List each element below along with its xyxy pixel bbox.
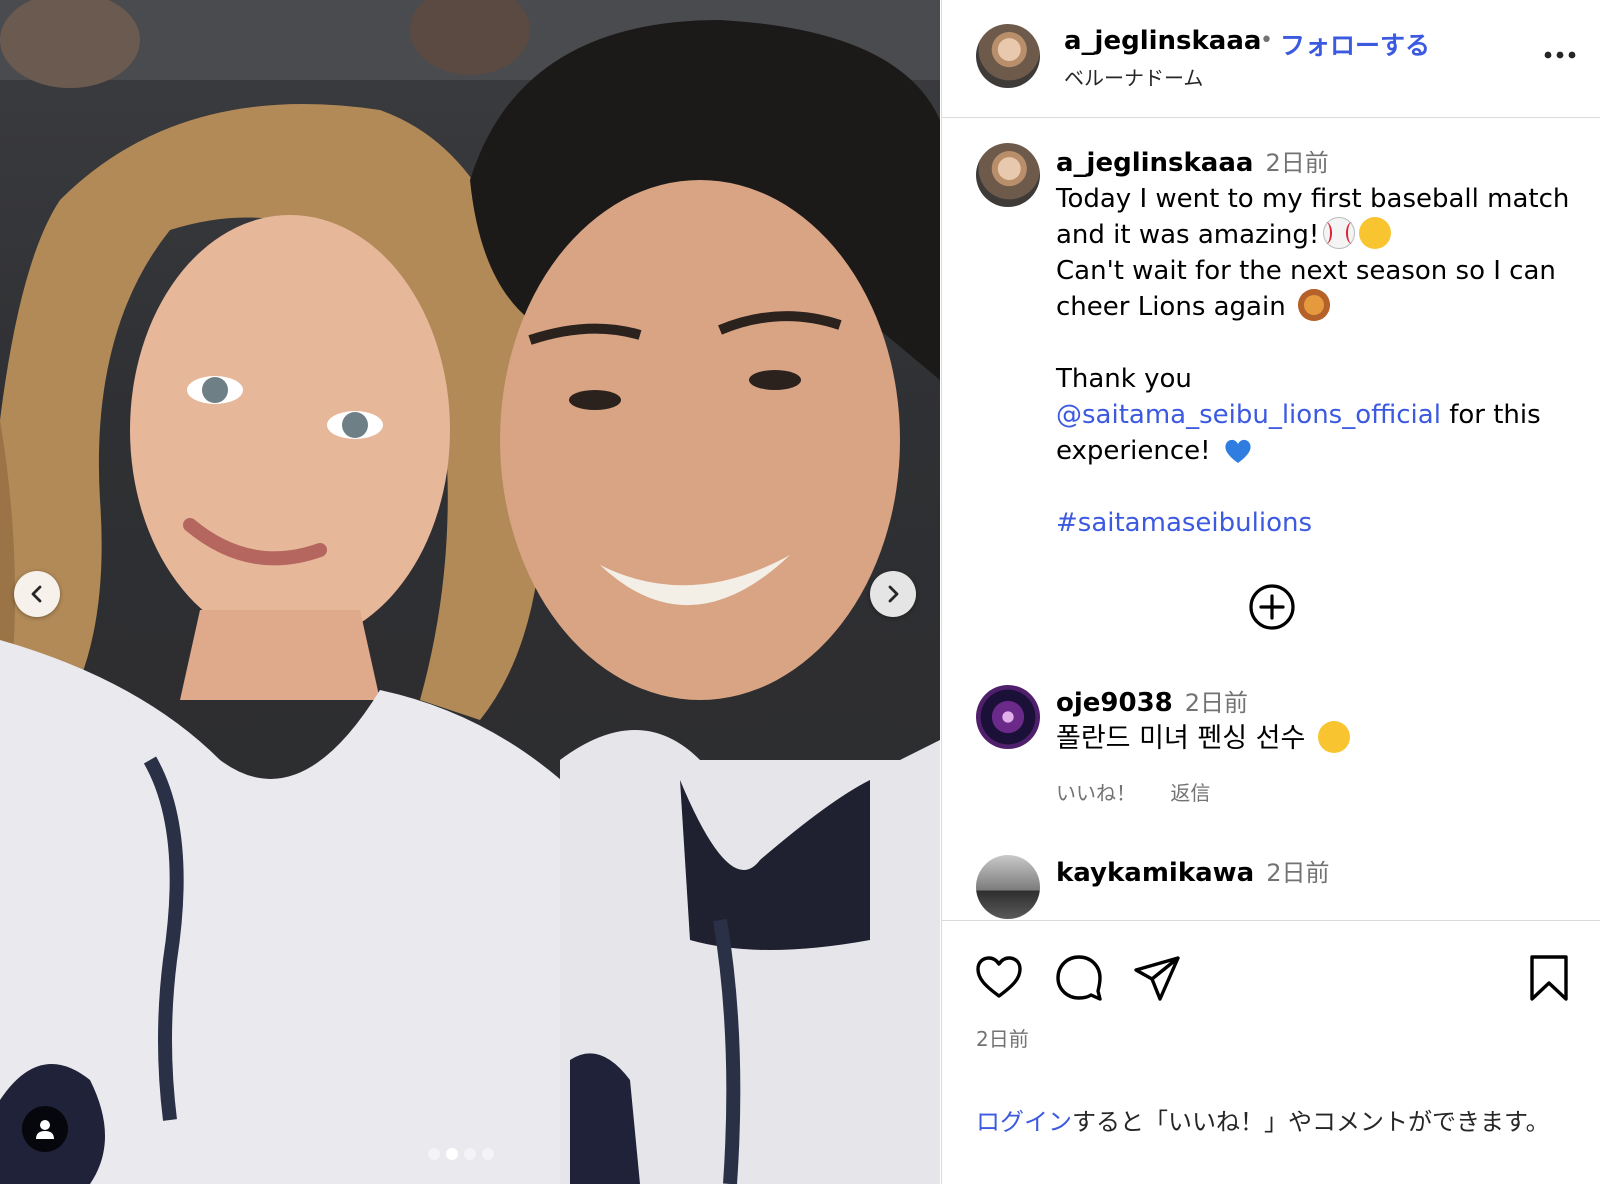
post-actions: 2日前 ログインすると「いいね！」やコメントができます。 [942,920,1600,1184]
share-icon[interactable] [1132,953,1182,1003]
caption-line: and it was amazing! [1056,220,1320,250]
caption-time: 2日前 [1265,149,1329,177]
chevron-right-icon [888,585,899,603]
chevron-left-icon [31,585,42,603]
post-caption: a_jeglinskaaa 2日前 Today I went to my firs… [1056,145,1576,541]
blue-heart-emoji-icon [1225,439,1251,463]
comment-time: 2日前 [1266,859,1330,887]
caption-line: experience! [1056,436,1211,466]
login-prompt: ログインすると「いいね！」やコメントができます。 [976,1103,1576,1141]
caption-line: Today I went to my first baseball match [1056,184,1570,214]
post-date: 2日前 [976,1027,1029,1051]
post-location[interactable]: ベルーナドーム [1064,62,1203,91]
author-username[interactable]: a_jeglinskaaa [1064,26,1261,56]
more-icon[interactable] [1540,40,1580,70]
lion-emoji-icon [1297,289,1330,321]
comment-body: kaykamikawa 2日前 [1056,855,1576,891]
post-photo[interactable] [0,0,940,1184]
heart-icon[interactable] [974,953,1024,1003]
comment-reply-button[interactable]: 返信 [1170,781,1210,805]
baseball-emoji-icon [1323,217,1356,249]
star-struck-emoji-icon [1359,217,1392,249]
carousel-dot [428,1148,440,1160]
commenter-avatar[interactable] [976,685,1040,749]
post-side-panel: a_jeglinskaaa • フォローする ベルーナドーム a_jeglins… [941,0,1600,1184]
login-prompt-text: すると「いいね！」やコメントができます。 [1072,1108,1550,1136]
login-link[interactable]: ログイン [976,1108,1072,1136]
bookmark-icon[interactable] [1524,953,1574,1003]
caption-line: for this [1449,400,1541,430]
comment-time: 2日前 [1184,689,1249,717]
caption-avatar[interactable] [976,143,1040,207]
header-separator: • [1260,28,1273,53]
comment-icon[interactable] [1054,953,1104,1003]
hashtag-link[interactable]: #saitamaseibulions [1056,508,1312,538]
plus-circle-icon[interactable] [1248,583,1296,631]
caption-username[interactable]: a_jeglinskaaa [1056,148,1253,178]
author-avatar[interactable] [976,24,1040,88]
photo-image [0,0,940,1184]
follow-button[interactable]: フォローする [1280,26,1430,62]
carousel-dot-active [446,1148,458,1160]
mention-link[interactable]: @saitama_seibu_lions_official [1056,400,1441,430]
comment-actions: いいね！ 返信 [1056,777,1238,806]
commenter-username[interactable]: kaykamikawa [1056,858,1254,888]
caption-line: cheer Lions again [1056,292,1286,322]
caption-line: Thank you [1056,364,1192,394]
carousel-next-button[interactable] [870,571,916,617]
comments-section[interactable]: a_jeglinskaaa 2日前 Today I went to my firs… [942,119,1600,919]
post-header: a_jeglinskaaa • フォローする ベルーナドーム [942,0,1600,118]
carousel-dot [482,1148,494,1160]
carousel-prev-button[interactable] [14,571,60,617]
comment-body: oje9038 2日前 폴란드 미녀 펜싱 선수 [1056,685,1576,757]
commenter-avatar[interactable] [976,855,1040,919]
commenter-username[interactable]: oje9038 [1056,688,1173,718]
user-tag-icon [36,1120,54,1139]
comment-like-button[interactable]: いいね！ [1056,781,1136,805]
heart-eyes-emoji-icon [1317,721,1350,753]
tagged-users-button[interactable] [22,1106,68,1152]
carousel-indicator [428,1148,494,1160]
comment-text: 폴란드 미녀 펜싱 선수 [1056,723,1306,754]
carousel-dot [464,1148,476,1160]
caption-line: Can't wait for the next season so I can [1056,256,1556,286]
